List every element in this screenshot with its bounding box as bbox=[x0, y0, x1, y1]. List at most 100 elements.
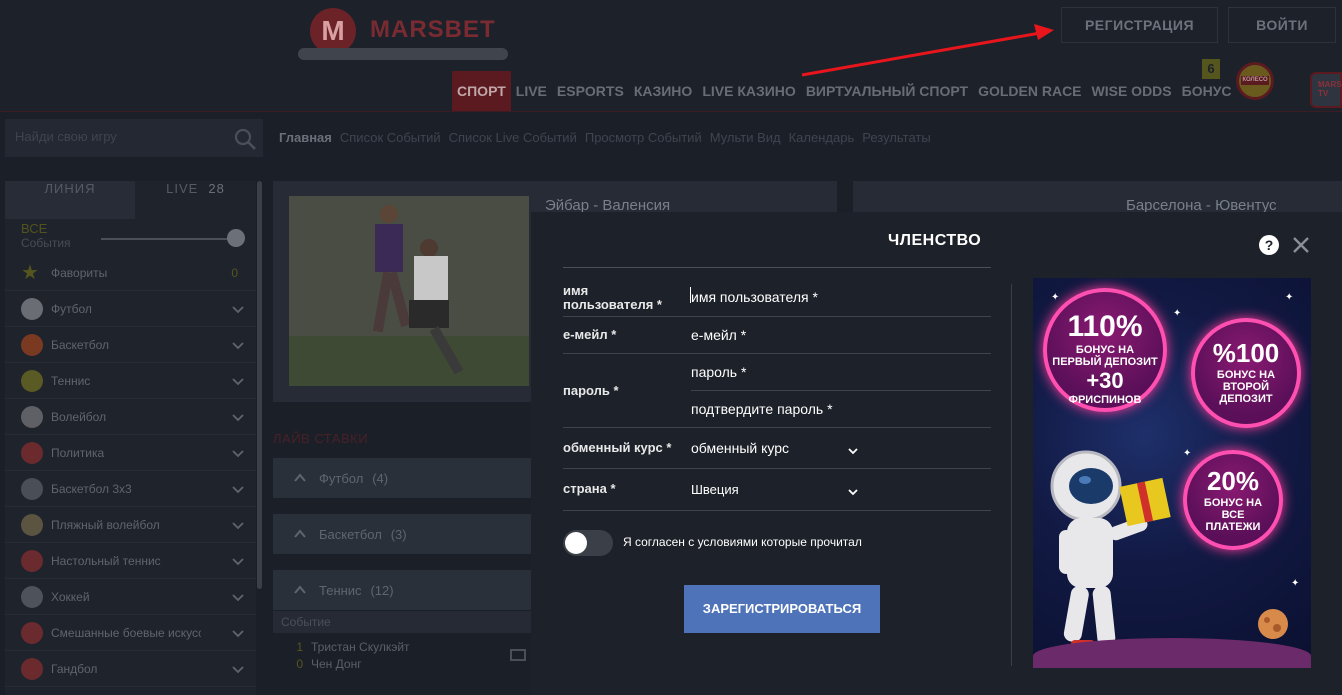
bonus-promo-banner[interactable]: ✦ ✦ ✦ ✦ ✦ 110% БОНУС НА ПЕРВЫЙ ДЕПОЗИТ +… bbox=[1033, 278, 1311, 668]
sidebar-item-handball[interactable]: Гандбол bbox=[5, 651, 256, 687]
chevron-down-icon[interactable] bbox=[232, 555, 244, 567]
second-deposit-badge: %100 БОНУС НА ВТОРОЙ ДЕПОЗИТ bbox=[1191, 318, 1301, 428]
modal-title: ЧЛЕНСТВО bbox=[888, 232, 982, 249]
sidebar-scrollbar[interactable] bbox=[257, 181, 262, 589]
fortune-wheel-label: КОЛЕСО bbox=[1241, 76, 1269, 85]
sidebar-item-tennis[interactable]: Теннис bbox=[5, 363, 256, 399]
password-input[interactable]: пароль * bbox=[691, 364, 746, 380]
email-label: е-мейл * bbox=[563, 327, 617, 342]
nav-esports[interactable]: ESPORTS bbox=[552, 71, 629, 111]
chevron-down-icon[interactable] bbox=[232, 303, 244, 315]
sidebar-tabs: ЛИНИЯ LIVE 28 bbox=[5, 181, 256, 219]
nav-virtual-sport[interactable]: ВИРТУАЛЬНЫЙ СПОРТ bbox=[801, 71, 973, 111]
breadcrumb-view-events[interactable]: Просмотр Событий bbox=[585, 130, 702, 145]
login-button[interactable]: ВОЙТИ bbox=[1228, 7, 1336, 43]
event-player-1[interactable]: 1 Тристан Скулкэйт bbox=[273, 640, 531, 657]
toggle-knob bbox=[565, 532, 587, 554]
badge-line: ВСЕ bbox=[1221, 509, 1245, 521]
sidebar-item-basketball-3x3[interactable]: Баскетбол 3x3 bbox=[5, 471, 256, 507]
events-all-label: ВСЕ bbox=[21, 221, 48, 236]
sidebar-item-label: Футбол bbox=[51, 301, 92, 316]
nav-live[interactable]: LIVE bbox=[511, 71, 552, 111]
terms-toggle[interactable] bbox=[563, 530, 613, 556]
accordion-label: Теннис bbox=[319, 582, 362, 598]
accordion-basketball[interactable]: Баскетбол (3) bbox=[273, 514, 531, 554]
nav-casino[interactable]: КАЗИНО bbox=[629, 71, 698, 111]
breadcrumb-multi-view[interactable]: Мульти Вид bbox=[710, 130, 781, 145]
chevron-down-icon[interactable] bbox=[232, 411, 244, 423]
sidebar-item-star[interactable]: ★ Фавориты 0 bbox=[5, 255, 256, 291]
basketball-icon bbox=[21, 333, 43, 356]
nav-golden-race[interactable]: GOLDEN RACE bbox=[973, 71, 1086, 111]
sidebar-item-megaphone[interactable]: Политика bbox=[5, 435, 256, 471]
email-input[interactable]: е-мейл * bbox=[691, 327, 746, 343]
sidebar-item-mma[interactable]: Смешанные боевые искусства bbox=[5, 615, 256, 651]
tennis-icon bbox=[21, 369, 43, 392]
marsbet-logo[interactable]: M MARSBET bbox=[298, 6, 520, 64]
player-name: Чен Донг bbox=[311, 657, 362, 671]
chevron-down-icon[interactable] bbox=[232, 591, 244, 603]
sidebar-item-label: Волейбол bbox=[51, 409, 107, 424]
hockey-icon bbox=[21, 585, 43, 608]
close-icon[interactable] bbox=[1291, 235, 1311, 255]
chevron-down-icon[interactable] bbox=[232, 663, 244, 675]
register-submit-button[interactable]: ЗАРЕГИСТРИРОВАТЬСЯ bbox=[684, 585, 880, 633]
currency-select[interactable]: обменный курс bbox=[691, 440, 789, 456]
chevron-down-icon[interactable] bbox=[232, 375, 244, 387]
sidebar-item-basketball[interactable]: Баскетбол bbox=[5, 327, 256, 363]
nav-live-casino[interactable]: LIVE КАЗИНО bbox=[697, 71, 801, 111]
event-player-2[interactable]: 0 Чен Донг bbox=[273, 657, 531, 674]
password-label: пароль * bbox=[563, 383, 619, 398]
events-slider-track[interactable] bbox=[101, 238, 237, 240]
chevron-down-icon[interactable] bbox=[232, 627, 244, 639]
event-column-header: Событие bbox=[273, 611, 531, 633]
search-input[interactable]: Найди свою игру bbox=[15, 129, 117, 144]
badge-line: БОНУС НА bbox=[1216, 369, 1276, 381]
username-input[interactable]: имя пользователя * bbox=[691, 289, 818, 305]
help-icon[interactable]: ? bbox=[1259, 235, 1279, 255]
game-search[interactable]: Найди свою игру bbox=[5, 119, 263, 157]
chevron-down-icon[interactable] bbox=[847, 486, 859, 498]
search-icon[interactable] bbox=[233, 127, 257, 151]
sidebar-item-label: Политика bbox=[51, 445, 105, 460]
sidebar-item-beach-volleyball[interactable]: Пляжный волейбол bbox=[5, 507, 256, 543]
sidebar-item-label: Баскетбол 3x3 bbox=[51, 481, 132, 496]
mars-tv-label: MARS TV bbox=[1318, 80, 1342, 98]
badge-line: ФРИСПИНОВ bbox=[1068, 394, 1142, 406]
chevron-down-icon[interactable] bbox=[232, 339, 244, 351]
nav-wise-odds[interactable]: WISE ODDS bbox=[1087, 71, 1177, 111]
chevron-down-icon[interactable] bbox=[847, 445, 859, 457]
breadcrumb-results[interactable]: Результаты bbox=[862, 130, 930, 145]
breadcrumb-events-list[interactable]: Список Событий bbox=[340, 130, 441, 145]
field-divider bbox=[563, 427, 991, 428]
accordion-tennis[interactable]: Теннис (12) bbox=[273, 570, 531, 610]
badge-line: БОНУС НА bbox=[1075, 344, 1135, 356]
breadcrumb-live-events[interactable]: Список Live Событий bbox=[449, 130, 577, 145]
tab-line[interactable]: ЛИНИЯ bbox=[5, 181, 135, 219]
country-select[interactable]: Швеция bbox=[691, 482, 739, 497]
chevron-up-icon bbox=[294, 473, 306, 482]
chevron-down-icon[interactable] bbox=[232, 447, 244, 459]
sidebar-item-table-tennis[interactable]: Настольный теннис bbox=[5, 543, 256, 579]
breadcrumb-calendar[interactable]: Календарь bbox=[789, 130, 855, 145]
tab-live[interactable]: LIVE 28 bbox=[135, 181, 256, 219]
breadcrumb-home[interactable]: Главная bbox=[279, 130, 332, 145]
star-icon: ★ bbox=[21, 261, 39, 284]
sidebar-item-football[interactable]: Футбол bbox=[5, 291, 256, 327]
nav-sport[interactable]: СПОРТ bbox=[452, 71, 511, 111]
sidebar-item-hockey[interactable]: Хоккей bbox=[5, 579, 256, 615]
register-button[interactable]: РЕГИСТРАЦИЯ bbox=[1061, 7, 1218, 43]
chevron-down-icon[interactable] bbox=[232, 519, 244, 531]
confirm-password-input[interactable]: подтвердите пароль * bbox=[691, 401, 833, 417]
chevron-down-icon[interactable] bbox=[232, 483, 244, 495]
accordion-football[interactable]: Футбол (4) bbox=[273, 458, 531, 498]
planet-surface bbox=[1033, 638, 1311, 668]
field-divider bbox=[563, 316, 991, 317]
badge-percent: %100 bbox=[1212, 338, 1280, 368]
field-divider bbox=[691, 390, 991, 391]
events-slider-handle[interactable] bbox=[227, 229, 245, 247]
live-stream-icon[interactable] bbox=[510, 649, 526, 661]
badge-percent: 20% bbox=[1206, 466, 1260, 496]
sidebar-item-volleyball[interactable]: Волейбол bbox=[5, 399, 256, 435]
sidebar-item-label: Гандбол bbox=[51, 661, 98, 676]
